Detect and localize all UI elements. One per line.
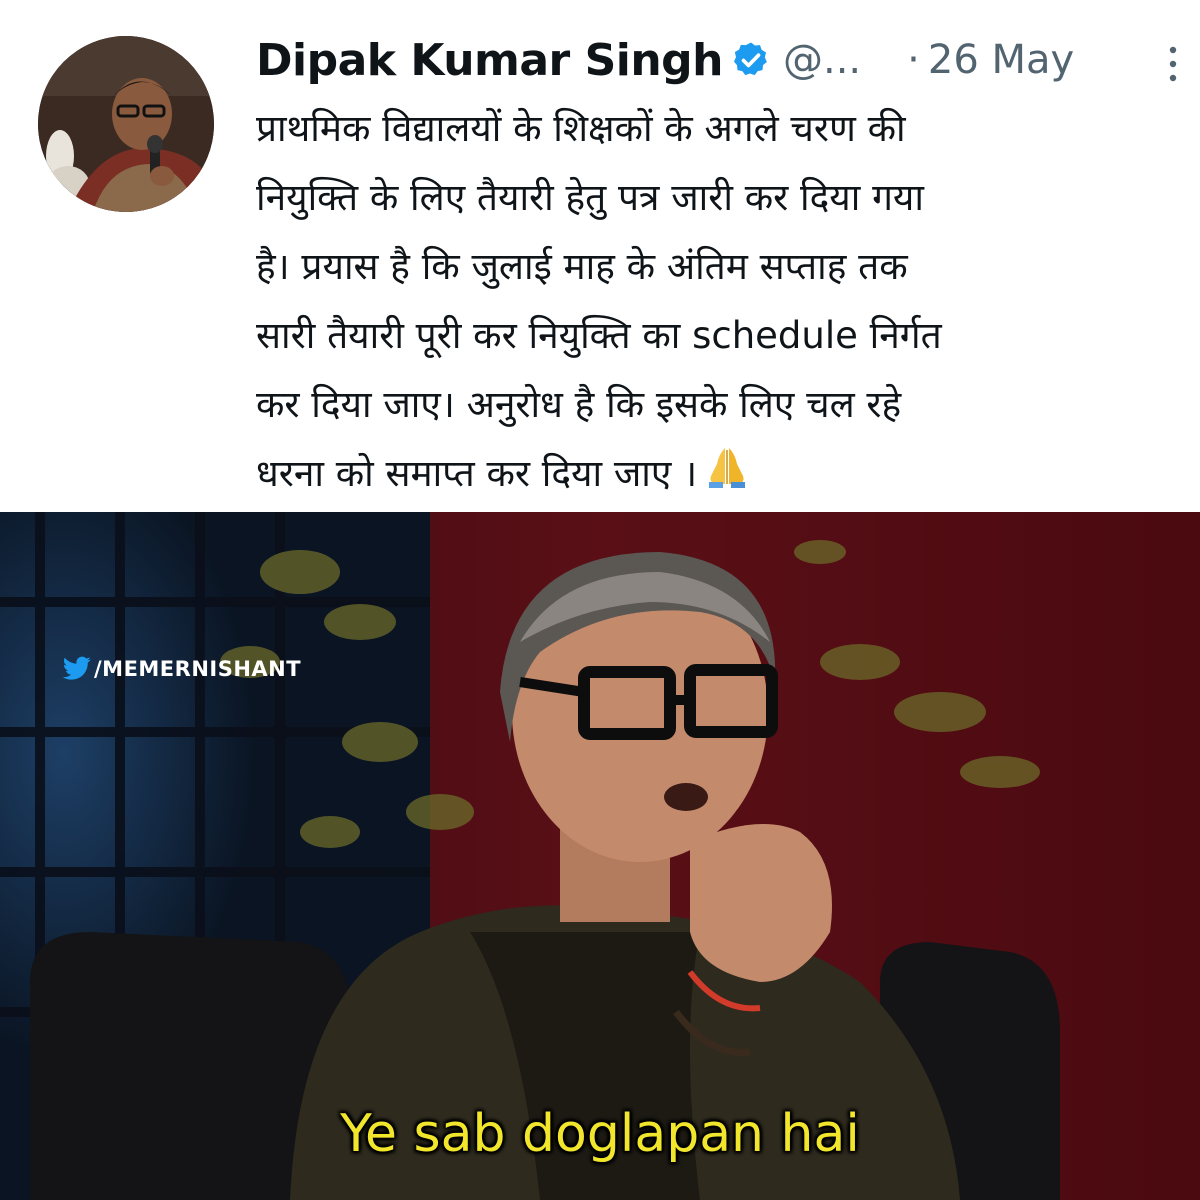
author-avatar[interactable] xyxy=(38,36,214,212)
tweet-text-line: प्राथमिक विद्यालयों के शिक्षकों के अगले … xyxy=(256,107,906,150)
tweet-text-line-last: धरना को समाप्त कर दिया जाए । xyxy=(256,439,1156,510)
header-separator: · xyxy=(907,37,920,83)
author-name[interactable]: Dipak Kumar Singh xyxy=(256,35,724,86)
tweet-body: प्राथमिक विद्यालयों के शिक्षकों के अगले … xyxy=(256,94,1156,510)
watermark-text: /MEMERNISHANT xyxy=(94,657,302,681)
folded-hands-emoji-icon xyxy=(705,441,749,510)
more-options-icon[interactable] xyxy=(1166,44,1180,84)
tweet-text-line: धरना को समाप्त कर दिया जाए । xyxy=(256,452,698,495)
twitter-bird-icon xyxy=(62,656,92,682)
author-handle[interactable]: @... xyxy=(783,37,861,83)
meme-image: /MEMERNISHANT Ye sab doglapan hai xyxy=(0,512,1200,1200)
tweet-date[interactable]: 26 May xyxy=(928,37,1074,83)
tweet-header: Dipak Kumar Singh @... · 26 May xyxy=(256,28,1176,92)
verified-badge-icon xyxy=(731,40,771,80)
meme-scene xyxy=(0,512,1200,1200)
meme-caption: Ye sab doglapan hai xyxy=(340,1104,860,1164)
tweet-text-line: है। प्रयास है कि जुलाई माह के अंतिम सप्त… xyxy=(256,245,908,288)
tweet-text-line: कर दिया जाए। अनुरोध है कि इसके लिए चल रह… xyxy=(256,383,902,426)
tweet-text-line: सारी तैयारी पूरी कर नियुक्ति का schedule… xyxy=(256,314,942,357)
tweet-card: Dipak Kumar Singh @... · 26 May प्राथमिक… xyxy=(0,0,1200,512)
tweet-text-line: नियुक्ति के लिए तैयारी हेतु पत्र जारी कर… xyxy=(256,176,924,219)
watermark: /MEMERNISHANT xyxy=(62,652,301,686)
